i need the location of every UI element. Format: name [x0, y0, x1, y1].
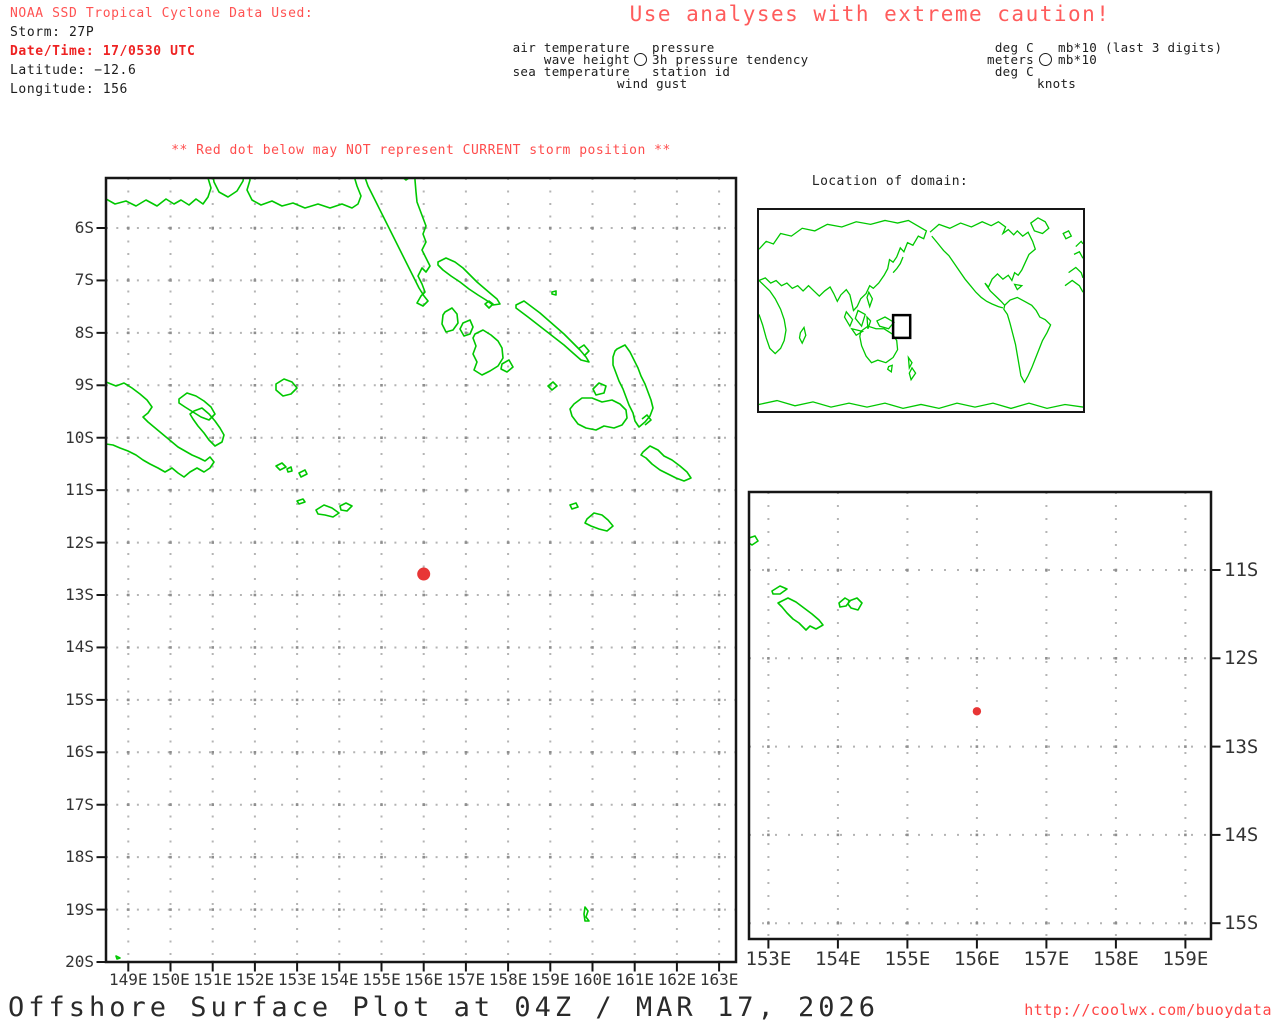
- main-map-y-tick-label: 13S: [65, 585, 94, 604]
- main-map: [96, 176, 738, 972]
- plot-title: Offshore Surface Plot at 04Z / MAR 17, 2…: [8, 992, 879, 1023]
- main-map-y-tick-label: 9S: [74, 375, 94, 395]
- main-map-y-tick-label: 19S: [65, 899, 94, 919]
- zoom-map-y-tick-label: 11S: [1224, 559, 1259, 581]
- main-map-x-tick-label: 155E: [362, 970, 401, 989]
- zoom-map-x-tick-label: 156E: [954, 948, 1000, 970]
- zoom-map-x-tick-label: 157E: [1023, 948, 1070, 970]
- legend-station-id: station id: [652, 64, 731, 79]
- zoom-map-x-tick-label: 155E: [884, 948, 931, 970]
- zoom-map-y-tick-label: 12S: [1224, 647, 1259, 670]
- zoom-map-x-tick-label: 154E: [815, 948, 861, 970]
- main-map-y-tick-label: 10S: [65, 427, 94, 447]
- zoom-map-grid: [749, 492, 1211, 939]
- storm-id-line: Storm: 27P: [10, 25, 95, 40]
- main-map-y-tick-label: 15S: [65, 689, 94, 709]
- main-map-x-tick-label: 156E: [404, 970, 443, 989]
- main-map-y-tick-label: 6S: [74, 218, 94, 237]
- unit-deg-c-2: deg C: [994, 64, 1034, 79]
- main-map-y-tick-label: 7S: [74, 270, 94, 290]
- longitude-line: Longitude: 156: [10, 82, 128, 97]
- main-map-x-tick-label: 150E: [151, 970, 190, 989]
- zoom-map-x-tick-label: 153E: [745, 948, 792, 970]
- zoom-map-x-tick-label: 159E: [1162, 948, 1209, 970]
- storm-position-dot: [417, 567, 431, 581]
- zoom-map-y-tick-label: 13S: [1224, 735, 1259, 758]
- main-map-x-tick-label: 163E: [699, 970, 739, 989]
- zoom-map-y-tick-label: 14S: [1224, 823, 1259, 846]
- main-map-y-tick-label: 18S: [65, 847, 94, 867]
- zoom-map-y-tick-label: 15S: [1224, 912, 1259, 935]
- main-map-x-tick-label: 162E: [657, 970, 697, 989]
- storm-position-warning: ** Red dot below may NOT represent CURRE…: [171, 143, 671, 158]
- main-map-y-tick-label: 16S: [65, 742, 94, 762]
- main-map-x-tick-label: 157E: [446, 970, 486, 989]
- world-coastlines: [759, 218, 1083, 409]
- main-map-y-tick-label: 17S: [65, 794, 94, 814]
- buoydata-url-link[interactable]: http://coolwx.com/buoydata: [1024, 1001, 1272, 1019]
- world-map: [759, 210, 1083, 411]
- main-map-x-tick-label: 149E: [109, 970, 148, 989]
- main-map-y-tick-label: 20S: [65, 952, 94, 972]
- units-circle-icon: [1039, 53, 1052, 66]
- unit-knots: knots: [1037, 76, 1077, 91]
- zoom-storm-position-dot: [972, 707, 982, 716]
- main-map-x-tick-label: 154E: [320, 970, 359, 989]
- zoom-map-coastlines: [749, 535, 863, 631]
- datetime-line: Date/Time: 17/0530 UTC: [10, 44, 196, 59]
- domain-location-box: [893, 315, 910, 338]
- main-map-y-tick-label: 8S: [74, 322, 94, 342]
- main-map-y-tick-label: 11S: [65, 480, 94, 500]
- latitude-line: Latitude: −12.6: [10, 63, 137, 78]
- main-map-x-tick-label: 159E: [531, 970, 570, 989]
- main-map-y-tick-label: 12S: [65, 532, 94, 552]
- noaa-data-line: NOAA SSD Tropical Cyclone Data Used:: [10, 6, 314, 21]
- caution-heading: Use analyses with extreme caution!: [629, 2, 1111, 26]
- main-map-x-tick-label: 151E: [193, 970, 232, 989]
- main-map-coastlines: [106, 178, 692, 960]
- main-map-x-tick-label: 153E: [277, 970, 317, 989]
- world-map-frame: [757, 208, 1085, 413]
- offshore-surface-plot-page: NOAA SSD Tropical Cyclone Data Used: Sto…: [0, 0, 1280, 1024]
- legend-sea-temperature: sea temperature: [512, 64, 630, 79]
- zoom-map-x-tick-label: 158E: [1093, 948, 1139, 970]
- main-map-x-tick-label: 160E: [573, 970, 612, 989]
- domain-map-title: Location of domain:: [811, 174, 969, 189]
- main-map-x-tick-label: 152E: [235, 970, 275, 989]
- main-map-y-tick-label: 14S: [65, 637, 94, 657]
- legend-wind-gust: wind gust: [617, 76, 688, 91]
- main-map-x-tick-label: 158E: [488, 970, 528, 989]
- station-circle-icon: [634, 53, 647, 66]
- zoom-map: [747, 490, 1221, 949]
- main-map-x-tick-label: 161E: [615, 970, 654, 989]
- unit-mb10: mb*10: [1058, 52, 1098, 67]
